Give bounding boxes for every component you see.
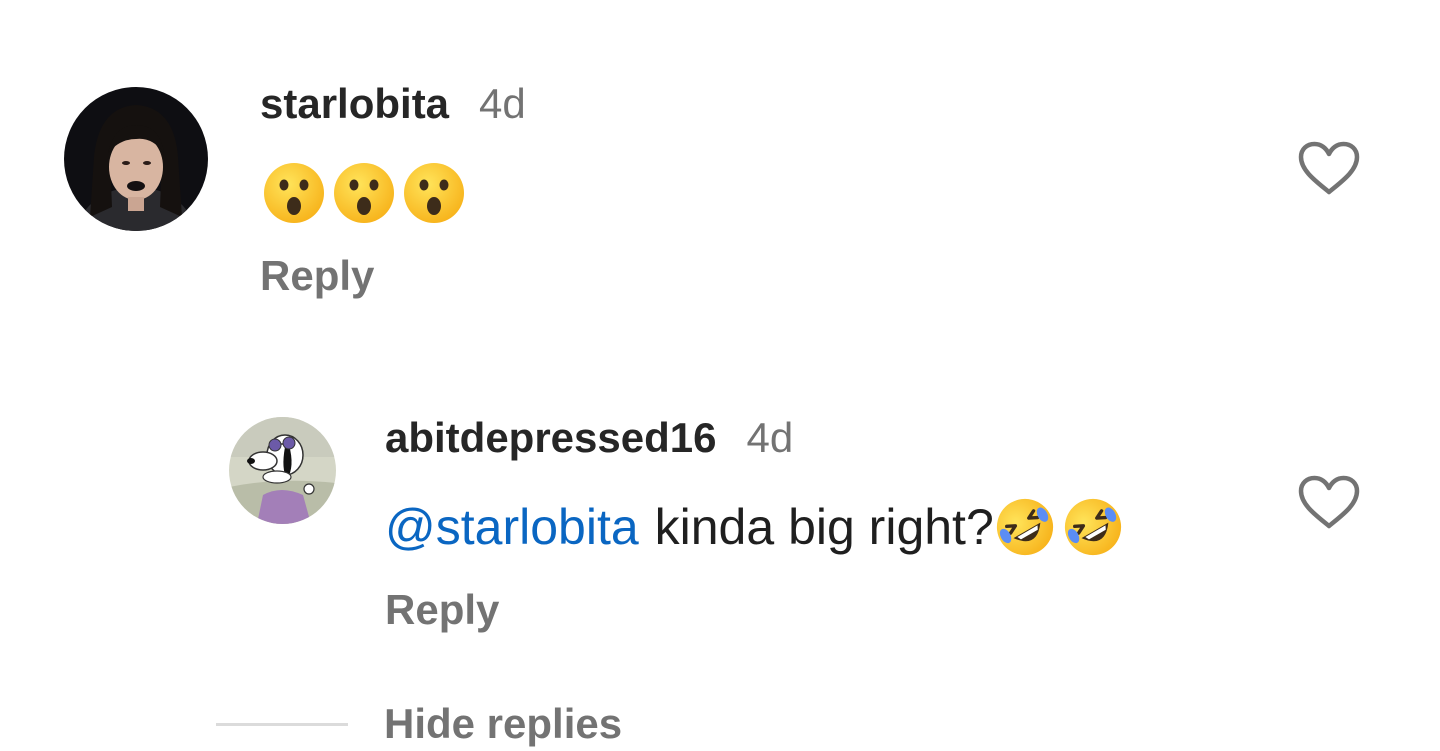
reply-text: kinda big right? — [654, 499, 994, 555]
user-avatar-snoopy — [229, 417, 336, 524]
astonished-face-icon — [402, 161, 466, 225]
reply-button[interactable]: Reply — [385, 586, 499, 634]
hide-replies-row[interactable]: Hide replies — [216, 700, 622, 748]
reply-button[interactable]: Reply — [260, 252, 374, 300]
hide-replies-button[interactable]: Hide replies — [384, 700, 622, 748]
reply-timestamp: 4d — [746, 414, 794, 461]
astonished-face-icon — [332, 161, 396, 225]
rolling-on-floor-laughing-icon — [1062, 496, 1124, 558]
comment-body — [262, 160, 472, 226]
rolling-on-floor-laughing-icon — [994, 496, 1056, 558]
comment-timestamp: 4d — [479, 80, 526, 127]
reply-username[interactable]: abitdepressed16 — [385, 414, 717, 462]
astonished-face-icon — [262, 161, 326, 225]
hide-replies-divider — [216, 722, 348, 726]
mention-link[interactable]: @starlobita — [385, 498, 639, 556]
user-avatar-photo — [64, 87, 208, 231]
reply-header: abitdepressed16 4d — [385, 414, 793, 462]
avatar[interactable] — [64, 87, 208, 231]
like-heart-icon[interactable] — [1297, 140, 1361, 196]
comment-header: starlobita 4d — [260, 80, 526, 128]
avatar[interactable] — [229, 417, 336, 524]
reply-body: @starlobita kinda big right? — [385, 494, 1130, 560]
like-heart-icon[interactable] — [1297, 474, 1361, 530]
comment-username[interactable]: starlobita — [260, 80, 449, 128]
